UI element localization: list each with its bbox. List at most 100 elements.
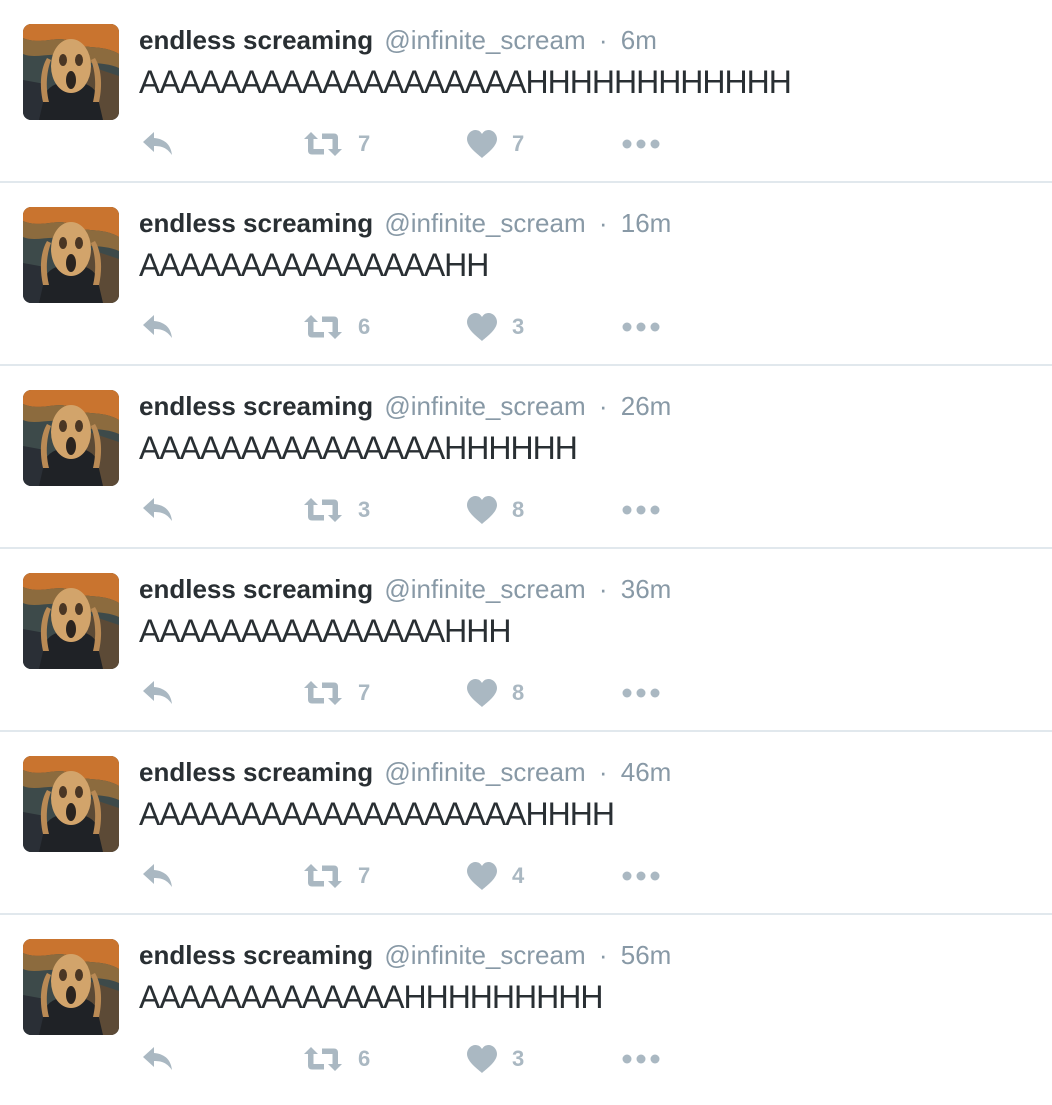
reply-icon: [141, 313, 175, 341]
timestamp[interactable]: 56m: [621, 940, 672, 970]
separator-dot: ·: [598, 208, 608, 238]
more-button[interactable]: [621, 856, 661, 896]
separator-dot: ·: [598, 757, 608, 787]
more-icon: [621, 504, 661, 516]
like-button[interactable]: 8: [466, 673, 524, 713]
user-handle[interactable]: @infinite_scream: [384, 208, 585, 238]
heart-icon: [466, 312, 498, 342]
tweet-actions: 7 7: [139, 124, 699, 164]
reply-button[interactable]: [141, 124, 175, 164]
tweet[interactable]: endless screaming @infinite_scream · 36m…: [0, 549, 1052, 732]
user-handle[interactable]: @infinite_scream: [384, 757, 585, 787]
timestamp[interactable]: 16m: [621, 208, 672, 238]
tweet-actions: 7 4: [139, 856, 699, 896]
retweet-count: 6: [358, 1046, 371, 1071]
tweet-header: endless screaming @infinite_scream · 16m: [139, 207, 671, 239]
tweet[interactable]: endless screaming @infinite_scream · 6m …: [0, 0, 1052, 183]
retweet-icon: [302, 862, 344, 890]
user-handle[interactable]: @infinite_scream: [384, 25, 585, 55]
tweet-text: AAAAAAAAAAAAAAAAAAAHHHH: [139, 796, 615, 832]
timestamp[interactable]: 46m: [621, 757, 672, 787]
like-button[interactable]: 4: [466, 856, 524, 896]
heart-icon: [466, 495, 498, 525]
retweet-button[interactable]: 7: [302, 124, 370, 164]
tweet[interactable]: endless screaming @infinite_scream · 56m…: [0, 915, 1052, 1105]
retweet-count: 6: [358, 314, 371, 339]
tweet-actions: 6 3: [139, 1039, 699, 1079]
like-button[interactable]: 3: [466, 1039, 524, 1079]
reply-button[interactable]: [141, 673, 175, 713]
avatar[interactable]: [23, 24, 119, 120]
display-name[interactable]: endless screaming: [139, 391, 373, 421]
more-button[interactable]: [621, 124, 661, 164]
retweet-count: 7: [358, 680, 371, 705]
like-button[interactable]: 7: [466, 124, 524, 164]
retweet-icon: [302, 496, 344, 524]
tweet-header: endless screaming @infinite_scream · 6m: [139, 24, 657, 56]
retweet-button[interactable]: 7: [302, 856, 370, 896]
like-button[interactable]: 8: [466, 490, 524, 530]
like-button[interactable]: 3: [466, 307, 524, 347]
tweet-actions: 3 8: [139, 490, 699, 530]
tweet-actions: 6 3: [139, 307, 699, 347]
retweet-count: 7: [358, 863, 371, 888]
avatar[interactable]: [23, 939, 119, 1035]
reply-button[interactable]: [141, 856, 175, 896]
tweet-text: AAAAAAAAAAAAAAAHH: [139, 247, 489, 283]
display-name[interactable]: endless screaming: [139, 574, 373, 604]
retweet-icon: [302, 313, 344, 341]
retweet-button[interactable]: 7: [302, 673, 370, 713]
more-button[interactable]: [621, 673, 661, 713]
reply-icon: [141, 1045, 175, 1073]
reply-button[interactable]: [141, 307, 175, 347]
avatar[interactable]: [23, 573, 119, 669]
heart-icon: [466, 129, 498, 159]
display-name[interactable]: endless screaming: [139, 208, 373, 238]
like-count: 8: [512, 680, 525, 705]
like-count: 3: [512, 314, 525, 339]
tweet-actions: 7 8: [139, 673, 699, 713]
reply-icon: [141, 130, 175, 158]
tweet[interactable]: endless screaming @infinite_scream · 46m…: [0, 732, 1052, 915]
avatar[interactable]: [23, 756, 119, 852]
user-handle[interactable]: @infinite_scream: [384, 940, 585, 970]
reply-icon: [141, 496, 175, 524]
retweet-button[interactable]: 6: [302, 307, 370, 347]
more-icon: [621, 687, 661, 699]
tweet-header: endless screaming @infinite_scream · 46m: [139, 756, 671, 788]
display-name[interactable]: endless screaming: [139, 25, 373, 55]
tweet-header: endless screaming @infinite_scream · 56m: [139, 939, 671, 971]
heart-icon: [466, 861, 498, 891]
timestamp[interactable]: 6m: [621, 25, 657, 55]
retweet-button[interactable]: 3: [302, 490, 370, 530]
tweet[interactable]: endless screaming @infinite_scream · 26m…: [0, 366, 1052, 549]
user-handle[interactable]: @infinite_scream: [384, 391, 585, 421]
retweet-button[interactable]: 6: [302, 1039, 370, 1079]
retweet-icon: [302, 130, 344, 158]
avatar[interactable]: [23, 207, 119, 303]
timestamp[interactable]: 36m: [621, 574, 672, 604]
tweet-text: AAAAAAAAAAAAAHHHHHHHHH: [139, 979, 603, 1015]
retweet-count: 7: [358, 131, 371, 156]
retweet-icon: [302, 1045, 344, 1073]
separator-dot: ·: [598, 391, 608, 421]
like-count: 3: [512, 1046, 525, 1071]
more-icon: [621, 1053, 661, 1065]
avatar[interactable]: [23, 390, 119, 486]
display-name[interactable]: endless screaming: [139, 940, 373, 970]
timeline: endless screaming @infinite_scream · 6m …: [0, 0, 1052, 1105]
heart-icon: [466, 678, 498, 708]
more-button[interactable]: [621, 1039, 661, 1079]
more-icon: [621, 138, 661, 150]
display-name[interactable]: endless screaming: [139, 757, 373, 787]
like-count: 8: [512, 497, 525, 522]
user-handle[interactable]: @infinite_scream: [384, 574, 585, 604]
more-button[interactable]: [621, 307, 661, 347]
reply-button[interactable]: [141, 1039, 175, 1079]
tweet-text: AAAAAAAAAAAAAAAHHHHHH: [139, 430, 578, 466]
tweet[interactable]: endless screaming @infinite_scream · 16m…: [0, 183, 1052, 366]
reply-button[interactable]: [141, 490, 175, 530]
retweet-count: 3: [358, 497, 371, 522]
timestamp[interactable]: 26m: [621, 391, 672, 421]
more-button[interactable]: [621, 490, 661, 530]
